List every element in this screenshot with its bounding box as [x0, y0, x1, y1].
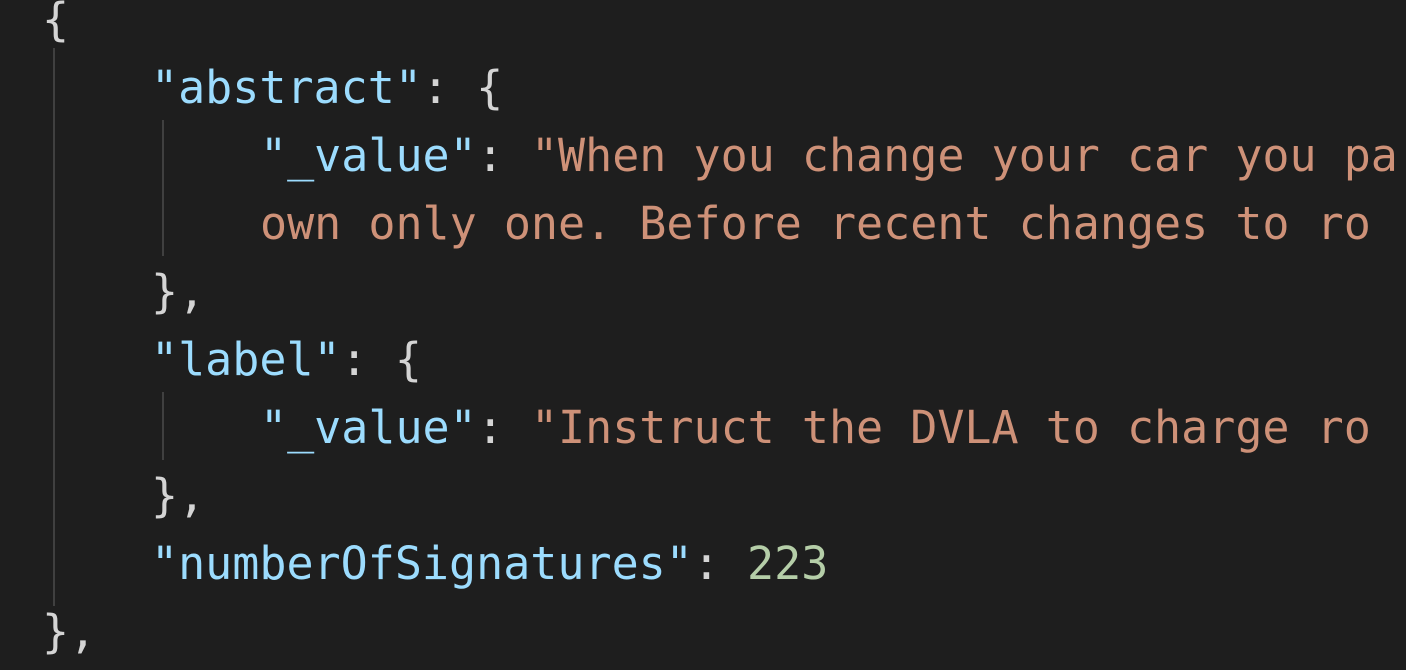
indent-guide — [162, 120, 164, 256]
punctuation: : — [476, 129, 531, 182]
code-line: { — [42, 0, 70, 46]
punctuation: : — [476, 401, 531, 454]
punctuation: { — [394, 333, 422, 386]
code-editor[interactable]: { "abstract": { "_value": "When you chan… — [0, 0, 1406, 670]
code-line-wrapped: own only one. Before recent changes to r… — [260, 197, 1371, 250]
json-string: "Instruct the DVLA to charge ro — [530, 401, 1371, 454]
code-line: }, — [42, 605, 97, 658]
code-line: }, — [151, 265, 206, 318]
json-key: "_value" — [260, 129, 477, 182]
code-line: "abstract": { — [151, 54, 503, 122]
code-line: }, — [151, 469, 206, 522]
code-line: "_value": "Instruct the DVLA to charge r… — [260, 394, 1371, 462]
punctuation: { — [476, 61, 504, 114]
json-key: "_value" — [260, 401, 477, 454]
json-key: "abstract" — [151, 61, 422, 114]
code-line: "numberOfSignatures": 223 — [151, 530, 828, 598]
indent-guide — [53, 48, 55, 606]
json-key: "numberOfSignatures" — [151, 537, 693, 590]
json-key: "label" — [151, 333, 341, 386]
json-string: "When you change your car you pa — [530, 129, 1398, 182]
punctuation: : — [692, 537, 748, 590]
punctuation: : — [421, 61, 477, 114]
indent-guide — [162, 392, 164, 460]
json-number: 223 — [747, 537, 829, 590]
punctuation: : — [340, 333, 395, 386]
code-line: "_value": "When you change your car you … — [260, 122, 1398, 190]
code-line: "label": { — [151, 326, 422, 394]
